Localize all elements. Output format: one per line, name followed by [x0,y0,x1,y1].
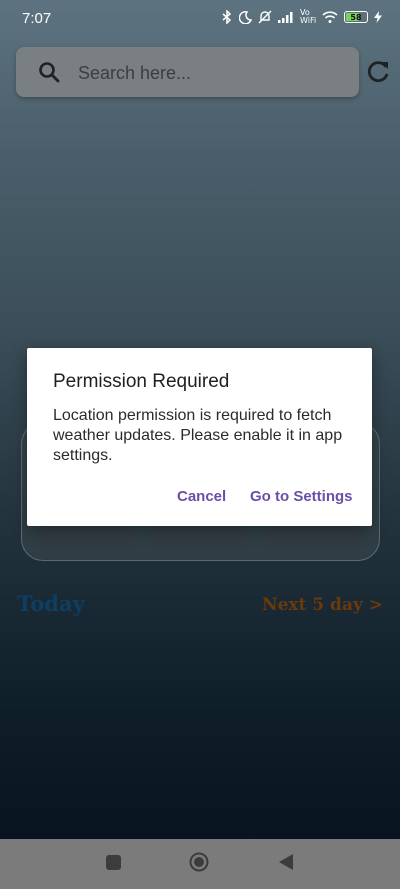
search-bar[interactable] [16,47,359,97]
go-to-settings-button[interactable]: Go to Settings [250,488,353,505]
permission-dialog: Permission Required Location permission … [27,348,372,526]
dialog-message: Location permission is required to fetch… [53,407,343,464]
next-five-days-link[interactable]: Next 5 day > [262,595,383,615]
moon-icon [239,10,252,24]
bluetooth-icon [222,10,232,24]
back-button[interactable] [277,852,295,872]
dialog-title: Permission Required [53,371,230,392]
recents-button[interactable] [106,855,121,870]
battery-icon: 58 [344,11,368,23]
home-button[interactable] [189,852,209,872]
vowifi-label: Vo WiFi [300,8,317,25]
search-icon [39,62,60,83]
status-bar: 7:07 Vo WiFi 58 [0,0,400,38]
wifi-icon [322,11,338,23]
status-icons: Vo WiFi 58 [221,9,382,25]
refresh-icon[interactable] [364,58,392,86]
search-input[interactable] [76,59,350,87]
muted-bell-icon [258,10,272,24]
status-time: 7:07 [22,10,52,27]
charging-bolt-icon [374,11,382,23]
today-tab[interactable]: Today [17,591,85,616]
cancel-button[interactable]: Cancel [177,488,226,505]
battery-level: 58 [350,12,362,22]
signal-icon [278,12,293,23]
